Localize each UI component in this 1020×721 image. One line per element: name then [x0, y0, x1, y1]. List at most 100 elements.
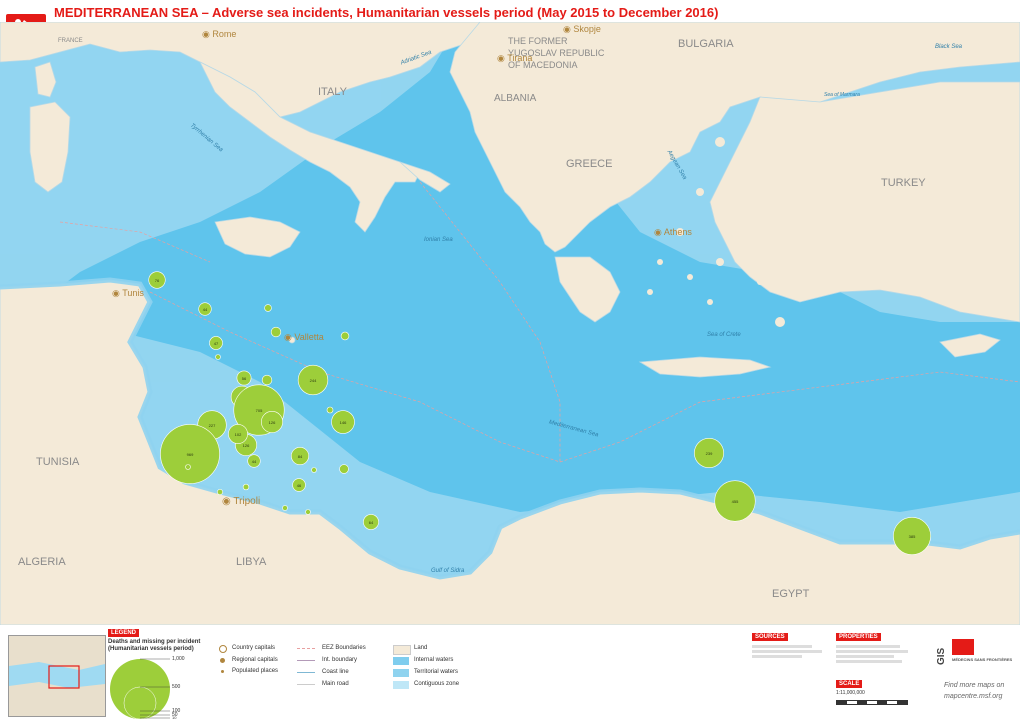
incident-label: 56 — [242, 376, 247, 381]
incident-circle[interactable] — [261, 374, 273, 386]
website-link[interactable]: mapcentre.msf.org — [944, 693, 1002, 700]
country-label-albania: ALBANIA — [494, 93, 537, 104]
country-label-tunisia: TUNISIA — [36, 456, 80, 468]
legend-populated-places: Populated places — [232, 668, 279, 674]
incident-circle[interactable] — [311, 467, 317, 473]
capital-tunis-label: Tunis — [122, 288, 144, 298]
incident-label: 47 — [214, 341, 219, 346]
msf-legend-logo-icon — [952, 639, 974, 655]
country-label-fyrom-1: THE FORMER — [508, 36, 568, 46]
legend-territorial-swatch — [393, 669, 409, 677]
country-label-bulgaria: BULGARIA — [678, 38, 734, 50]
legend-country-capitals: Country capitals — [232, 645, 276, 651]
incident-label: 455 — [732, 499, 739, 504]
map-svg: 7644475624413170522712612610296944146844… — [0, 22, 1020, 625]
sea-label-black-sea: Black Sea — [935, 44, 963, 50]
legend-panel: LEGEND Deaths and missing per incident (… — [0, 627, 1020, 720]
incident-circle[interactable] — [339, 464, 349, 474]
incident-label: 239 — [706, 451, 713, 456]
sources-body — [752, 643, 836, 660]
incident-circle[interactable] — [282, 505, 288, 511]
country-label-turkey: TURKEY — [881, 177, 926, 189]
sea-label-gulf-sidra: Gulf of Sidra — [431, 568, 465, 574]
incident-circle[interactable] — [326, 406, 334, 414]
legend-territorial: Territorial waters — [414, 669, 459, 675]
legend-eez-line — [297, 648, 315, 649]
capital-skopje: ◉ Skopje — [563, 24, 601, 34]
incident-circle[interactable] — [340, 331, 350, 341]
country-label-greece: GREECE — [566, 158, 613, 170]
country-label-libya: LIBYA — [236, 556, 267, 568]
incident-label: 227 — [209, 423, 216, 428]
incident-circle[interactable] — [264, 304, 272, 312]
incident-circle[interactable] — [185, 464, 191, 470]
capital-rome: ◉ Rome — [202, 29, 237, 39]
find-more-text: Find more maps on — [944, 682, 1005, 689]
legend-contiguous: Contiguous zone — [414, 681, 460, 687]
inset-map — [8, 635, 106, 717]
legend-internal-swatch — [393, 657, 409, 665]
incident-circle[interactable] — [217, 489, 223, 495]
sea-label-crete: Sea of Crete — [707, 332, 741, 338]
country-label-algeria: ALGERIA — [18, 556, 66, 568]
scale-bar — [836, 700, 908, 705]
legend-regional-capitals: Regional capitals — [232, 657, 278, 663]
capital-tripoli: ◉ Tripoli — [222, 496, 261, 507]
capital-skopje-label: Skopje — [573, 24, 601, 34]
incident-label: 385 — [909, 534, 916, 539]
legend-land: Land — [414, 645, 428, 651]
incident-circle[interactable] — [242, 483, 250, 491]
incident-label: 705 — [256, 408, 263, 413]
legend-coast: Coast line — [322, 669, 349, 675]
incident-circle[interactable] — [215, 354, 221, 360]
capital-valletta: ◉ Valletta — [284, 332, 324, 342]
legend-main-road: Main road — [322, 681, 349, 687]
country-label-italy: ITALY — [318, 86, 347, 98]
incident-label: 126 — [269, 420, 276, 425]
legend-regional-capital-icon — [220, 658, 225, 663]
legend-country-capital-icon — [219, 645, 227, 653]
properties-body — [836, 643, 920, 665]
size-legend-10: 10 — [172, 715, 177, 720]
capital-athens-label: Athens — [663, 227, 692, 237]
legend-contiguous-swatch — [393, 681, 409, 689]
legend-int-boundary-line — [297, 660, 315, 661]
incident-label: 44 — [252, 459, 257, 464]
capital-valletta-label: Valletta — [294, 332, 324, 342]
legend-road-line — [297, 684, 315, 685]
sea-label-ionian: Ionian Sea — [424, 237, 453, 243]
legend-populated-icon — [221, 670, 224, 673]
gis-text: GIS — [936, 647, 947, 665]
capital-tunis: ◉ Tunis — [112, 288, 144, 298]
country-label-france: FRANCE — [58, 38, 83, 44]
legend-eez: EEZ Boundaries — [322, 645, 366, 651]
country-label-egypt: EGYPT — [772, 588, 810, 600]
incident-label: 146 — [340, 420, 347, 425]
capital-tripoli-label: Tripoli — [233, 496, 261, 507]
sources-header: SOURCES — [752, 633, 788, 641]
incident-label: 126 — [243, 443, 250, 448]
scale-header: SCALE — [836, 680, 863, 688]
legend-internal: Internal waters — [414, 657, 454, 663]
capital-tirana-label: Tirana — [507, 53, 533, 63]
size-legend-500: 500 — [172, 684, 181, 690]
incident-circle[interactable] — [305, 509, 311, 515]
map-area[interactable]: 7644475624413170522712612610296944146844… — [0, 22, 1020, 625]
legend-land-swatch — [393, 645, 411, 655]
incident-label: 244 — [310, 378, 317, 383]
capital-rome-label: Rome — [212, 29, 237, 39]
incident-circle[interactable] — [270, 326, 282, 338]
incident-label: 44 — [203, 307, 208, 312]
legend-coast-line — [297, 672, 315, 673]
incident-label: 102 — [235, 432, 242, 437]
legend-int-boundary: Int. boundary — [322, 657, 358, 663]
capital-tirana: ◉ Tirana — [497, 53, 533, 63]
incident-label: 46 — [297, 483, 302, 488]
incident-label: 969 — [187, 452, 194, 457]
gis-logo-icon: GIS — [934, 635, 948, 669]
capital-athens: ◉ Athens — [654, 227, 692, 237]
legend-header: LEGEND — [108, 629, 140, 637]
incident-label: 76 — [155, 278, 160, 283]
properties-header: PROPERTIES — [836, 633, 881, 641]
map-title: MEDITERRANEAN SEA – Adverse sea incident… — [54, 5, 719, 20]
